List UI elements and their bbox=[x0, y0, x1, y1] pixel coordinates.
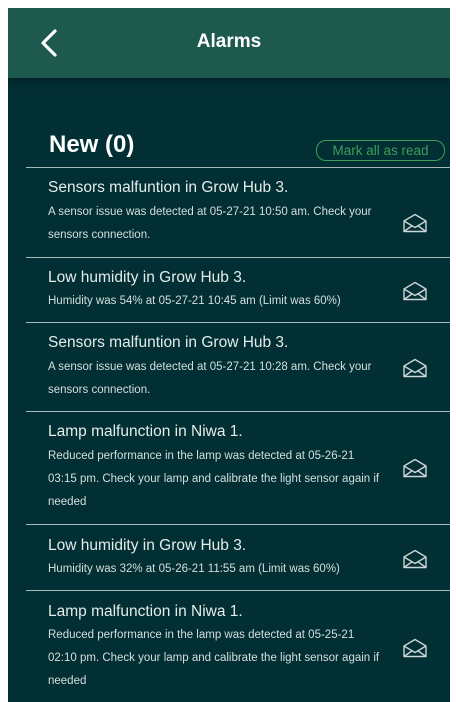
alarms-screen: Alarms New (0) Mark all as read Sensors … bbox=[8, 8, 450, 702]
notification-title: Sensors malfuntion in Grow Hub 3. bbox=[48, 179, 289, 196]
header-bar: Alarms bbox=[8, 8, 450, 78]
notification-body: Humidity was 32% at 05-26-21 11:55 am (L… bbox=[48, 563, 340, 575]
notification-item[interactable]: Sensors malfuntion in Grow Hub 3. A sens… bbox=[26, 167, 450, 257]
notification-title: Low humidity in Grow Hub 3. bbox=[48, 269, 247, 286]
envelope-open-icon[interactable] bbox=[402, 458, 428, 478]
notification-body: Reduced performance in the lamp was dete… bbox=[48, 450, 380, 508]
notification-item[interactable]: Lamp malfunction in Niwa 1. Reduced perf… bbox=[26, 411, 450, 524]
envelope-open-icon[interactable] bbox=[402, 549, 428, 569]
notification-body: A sensor issue was detected at 05-27-21 … bbox=[48, 361, 372, 396]
mark-all-read-button[interactable]: Mark all as read bbox=[316, 140, 445, 161]
notification-body: Humidity was 54% at 05-27-21 10:45 am (L… bbox=[48, 295, 341, 307]
notification-title: Lamp malfunction in Niwa 1. bbox=[48, 423, 243, 440]
envelope-open-icon[interactable] bbox=[402, 638, 428, 658]
section-title: New (0) bbox=[49, 131, 135, 158]
notification-item[interactable]: Lamp malfunction in Niwa 1. Reduced perf… bbox=[26, 590, 450, 702]
notification-title: Sensors malfuntion in Grow Hub 3. bbox=[48, 334, 289, 351]
envelope-open-icon[interactable] bbox=[402, 281, 428, 301]
envelope-open-icon[interactable] bbox=[402, 358, 428, 378]
notification-item[interactable]: Sensors malfuntion in Grow Hub 3. A sens… bbox=[26, 322, 450, 411]
notification-body: A sensor issue was detected at 05-27-21 … bbox=[48, 206, 372, 241]
page-title: Alarms bbox=[196, 31, 262, 52]
envelope-open-icon[interactable] bbox=[402, 213, 428, 233]
notification-title: Lamp malfunction in Niwa 1. bbox=[48, 603, 243, 620]
notification-title: Low humidity in Grow Hub 3. bbox=[48, 537, 247, 554]
notification-item[interactable]: Low humidity in Grow Hub 3. Humidity was… bbox=[26, 524, 450, 590]
notification-body: Reduced performance in the lamp was dete… bbox=[48, 629, 380, 687]
notification-item[interactable]: Low humidity in Grow Hub 3. Humidity was… bbox=[26, 257, 450, 322]
notification-list: Sensors malfuntion in Grow Hub 3. A sens… bbox=[26, 167, 450, 702]
